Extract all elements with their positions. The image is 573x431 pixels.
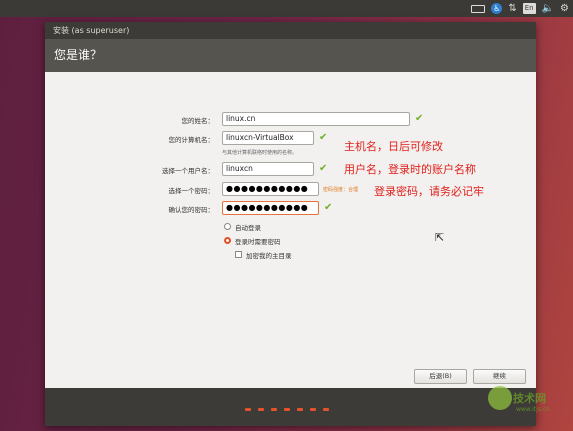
- confirm-password-field[interactable]: ●●●●●●●●●●●: [222, 201, 319, 215]
- computer-name-hint: 与其他计算机联络时使用的名称。: [222, 150, 298, 156]
- computer-name-field[interactable]: linuxcn-VirtualBox: [222, 131, 314, 145]
- language-indicator[interactable]: En: [522, 3, 536, 15]
- encrypt-home-checkbox[interactable]: [235, 251, 242, 258]
- page-title: 您是谁？: [45, 39, 536, 72]
- require-password-radio[interactable]: [224, 237, 231, 244]
- gear-icon[interactable]: ⚙: [560, 3, 569, 15]
- form-area: 您的姓名： linux.cn ✔ 您的计算机名： linuxcn-Virtual…: [45, 72, 536, 388]
- hostname-annotation: 主机名，日后可修改: [344, 140, 443, 153]
- progress-dot: [271, 408, 277, 411]
- installer-window: 安装 (as superuser) 您是谁？ 您的姓名： linux.cn ✔ …: [45, 22, 536, 426]
- confirm-password-label: 确认您的密码：: [168, 206, 215, 214]
- password-label: 选择一个密码：: [168, 187, 215, 195]
- username-field[interactable]: linuxcn: [222, 162, 314, 176]
- progress-dot: [284, 408, 290, 411]
- confirm-password-check-icon: ✔: [324, 202, 333, 213]
- computer-name-check-icon: ✔: [319, 132, 328, 143]
- network-arrows-icon[interactable]: ⇅: [508, 3, 516, 15]
- progress-dot: [310, 408, 316, 411]
- progress-dot: [323, 408, 329, 411]
- continue-button[interactable]: 继续: [473, 369, 526, 384]
- encrypt-home-label[interactable]: 加密我的主目录: [246, 250, 292, 260]
- progress-dot: [258, 408, 264, 411]
- username-check-icon: ✔: [319, 163, 328, 174]
- watermark-brand: 技术网: [513, 392, 546, 405]
- volume-icon[interactable]: 🔈: [542, 3, 554, 15]
- keyboard-icon[interactable]: [471, 3, 486, 15]
- auto-login-radio[interactable]: [224, 223, 231, 230]
- computer-name-label: 您的计算机名：: [168, 136, 215, 144]
- mouse-cursor-icon: ⇱: [435, 231, 445, 244]
- username-annotation: 用户名，登录时的账户名称: [344, 163, 476, 176]
- top-panel: ♿ ⇅ En 🔈 ⚙: [0, 0, 573, 17]
- back-button[interactable]: 后退(B): [414, 369, 467, 384]
- watermark-logo-icon: [488, 386, 512, 410]
- watermark-url: www.itjs.cn: [516, 406, 550, 413]
- auto-login-label[interactable]: 自动登录: [235, 222, 261, 232]
- password-strength: 密码强度：合理: [323, 187, 359, 193]
- name-field[interactable]: linux.cn: [222, 112, 410, 126]
- progress-footer: [45, 388, 536, 426]
- progress-dot: [297, 408, 303, 411]
- accessibility-icon[interactable]: ♿: [491, 3, 503, 15]
- name-check-icon: ✔: [415, 113, 424, 124]
- password-annotation: 登录密码，请务必记牢: [374, 185, 484, 198]
- username-label: 选择一个用户名：: [162, 167, 214, 175]
- password-field[interactable]: ●●●●●●●●●●●: [222, 182, 319, 196]
- window-title: 安装 (as superuser): [45, 22, 536, 39]
- progress-dot: [245, 408, 251, 411]
- require-password-label[interactable]: 登录时需要密码: [235, 236, 281, 246]
- name-label: 您的姓名：: [181, 117, 215, 125]
